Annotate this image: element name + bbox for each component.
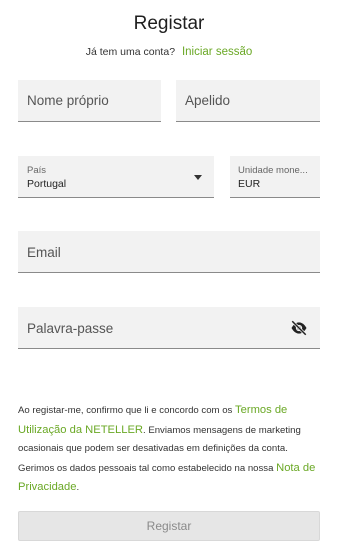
terms-text-1: Ao registar-me, confirmo que li e concor… (18, 405, 233, 416)
country-label: País (27, 165, 47, 176)
password-field[interactable]: Palavra-passe (18, 307, 320, 349)
first-name-field[interactable]: Nome próprio (18, 80, 161, 122)
register-button[interactable]: Registar (18, 511, 320, 541)
login-prompt-row: Já tem uma conta? Iniciar sessão (0, 46, 338, 58)
login-link[interactable]: Iniciar sessão (182, 46, 252, 58)
terms-text-3: . (76, 482, 80, 493)
currency-select[interactable]: Unidade mone... EUR (230, 156, 320, 198)
email-placeholder: Email (27, 245, 61, 260)
last-name-field[interactable]: Apelido (176, 80, 320, 122)
page-title: Registar (133, 13, 205, 34)
terms-notice: Ao registar-me, confirmo que li e concor… (18, 401, 322, 498)
currency-value: EUR (238, 178, 261, 190)
last-name-placeholder: Apelido (185, 93, 231, 108)
password-placeholder: Palavra-passe (27, 321, 114, 336)
email-field[interactable]: Email (18, 231, 320, 273)
chevron-down-icon (194, 175, 202, 180)
login-prompt-text: Já tem uma conta? (85, 46, 176, 58)
first-name-placeholder: Nome próprio (27, 93, 109, 108)
currency-label: Unidade mone... (238, 165, 308, 176)
country-value: Portugal (27, 178, 67, 190)
eye-off-icon[interactable] (290, 320, 308, 336)
country-select[interactable]: País Portugal (18, 156, 214, 198)
